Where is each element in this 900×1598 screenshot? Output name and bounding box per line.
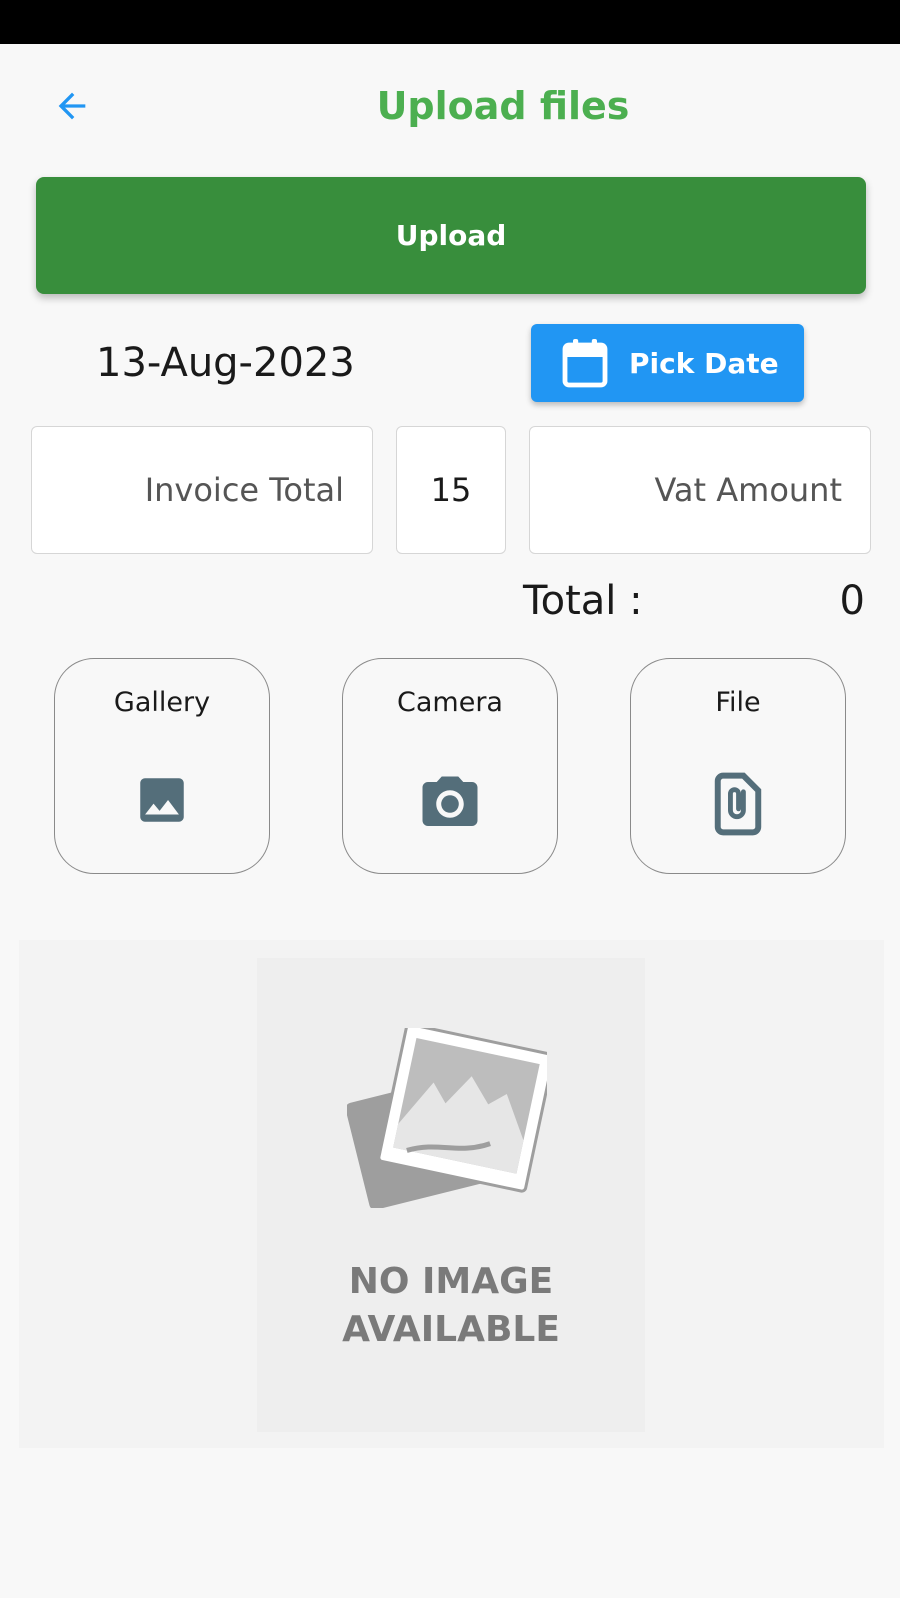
calendar-icon xyxy=(561,337,609,389)
photo-placeholder-icon xyxy=(347,1028,547,1208)
upload-button[interactable]: Upload xyxy=(36,177,866,294)
vat-amount-field[interactable]: Vat Amount xyxy=(529,426,871,554)
file-button[interactable]: File xyxy=(630,658,846,874)
no-image-line1: NO IMAGE xyxy=(348,1261,554,1302)
total-label: Total : xyxy=(523,578,643,624)
vat-amount-placeholder: Vat Amount xyxy=(654,471,842,509)
no-image-line2: AVAILABLE xyxy=(342,1309,560,1350)
invoice-total-field[interactable]: Invoice Total xyxy=(31,426,373,554)
vat-rate-value: 15 xyxy=(430,471,472,509)
invoice-total-placeholder: Invoice Total xyxy=(144,471,344,509)
page-title: Upload files xyxy=(376,84,630,128)
pick-date-button[interactable]: Pick Date xyxy=(531,324,804,402)
file-label: File xyxy=(715,687,761,718)
upload-button-label: Upload xyxy=(395,219,507,252)
vat-rate-field[interactable]: 15 xyxy=(396,426,506,554)
gallery-button[interactable]: Gallery xyxy=(54,658,270,874)
image-icon xyxy=(140,778,184,822)
selected-date: 13-Aug-2023 xyxy=(96,340,355,386)
no-image-placeholder: NO IMAGE AVAILABLE xyxy=(257,958,645,1432)
camera-button[interactable]: Camera xyxy=(342,658,558,874)
status-bar xyxy=(0,0,900,44)
camera-label: Camera xyxy=(397,687,503,718)
attachment-icon xyxy=(714,772,762,836)
camera-icon xyxy=(422,776,478,826)
no-image-text: NO IMAGE AVAILABLE xyxy=(257,1258,645,1354)
gallery-label: Gallery xyxy=(113,687,211,718)
pick-date-label: Pick Date xyxy=(629,346,779,380)
total-value: 0 xyxy=(839,578,865,624)
